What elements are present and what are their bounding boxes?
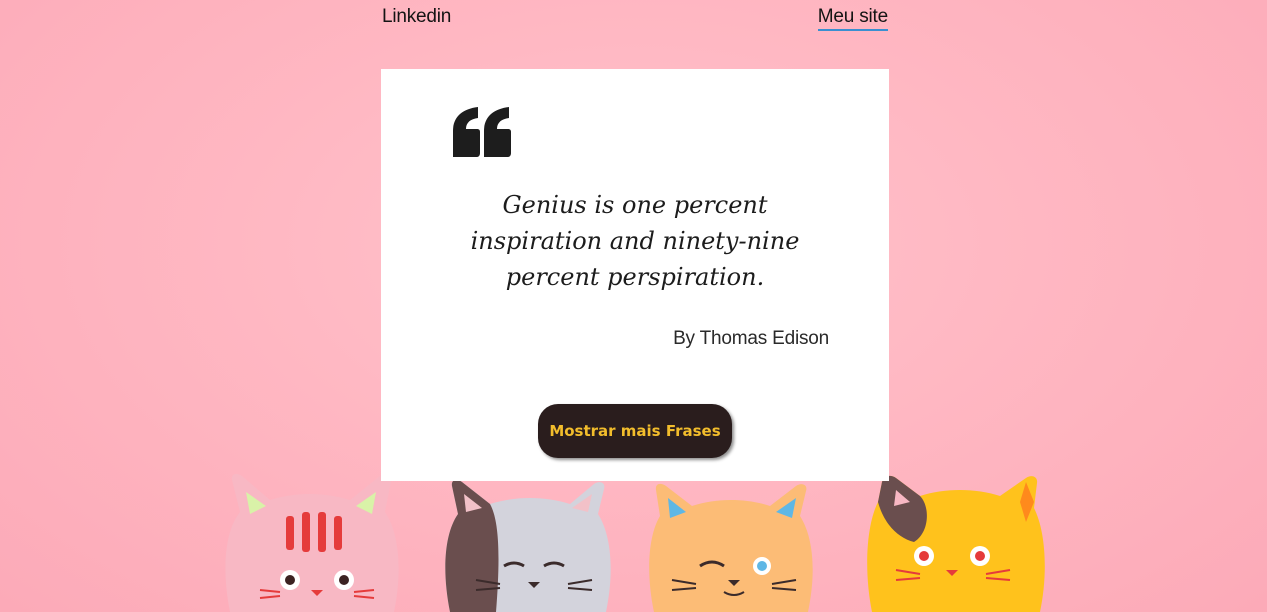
quote-mark-icon <box>453 107 511 157</box>
yellow-cat-image <box>867 475 1045 612</box>
quote-text: Genius is one percent inspiration and ni… <box>470 191 800 291</box>
quote-card: Genius is one percent inspiration and ni… <box>381 69 889 481</box>
my-site-link[interactable]: Meu site <box>817 6 888 31</box>
show-more-quotes-button[interactable]: Mostrar mais Frases <box>538 404 732 458</box>
linkedin-link[interactable]: Linkedin <box>382 6 451 28</box>
orange-cat-image <box>649 483 813 612</box>
grey-cat-image <box>445 479 611 612</box>
quote-author: By Thomas Edison <box>673 328 829 349</box>
pink-cat-image <box>225 473 399 612</box>
cat-illustrations <box>225 473 1045 612</box>
